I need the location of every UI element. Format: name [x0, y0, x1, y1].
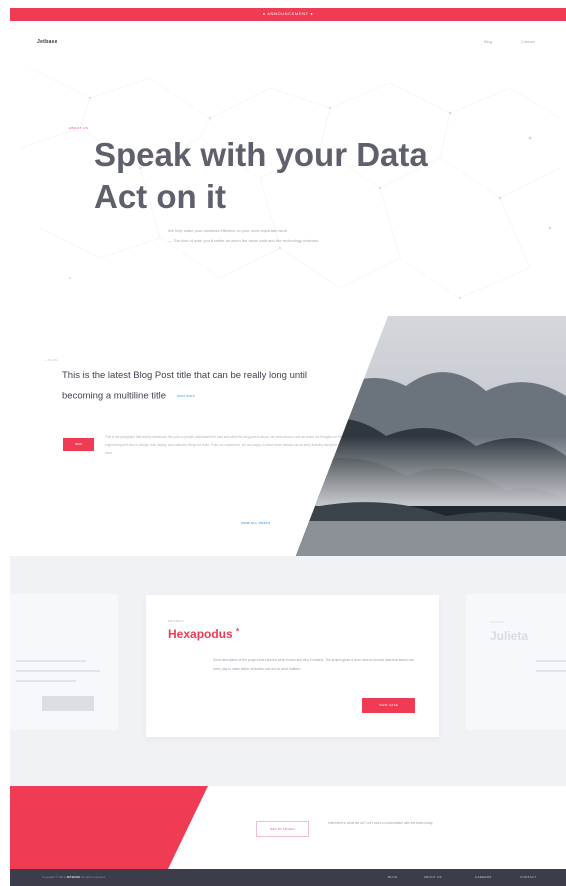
- hero-subtitle-line-1: We help make your business effective on …: [168, 228, 288, 233]
- project-description: Short description of the project that ex…: [213, 658, 414, 671]
- copyright-prefix: Copyright © 2019: [42, 875, 66, 879]
- footer: Copyright © 2019 JETBASE All rights rese…: [10, 869, 566, 886]
- contact-section: GET IN TOUCH Interested in what we do? L…: [10, 786, 566, 869]
- project-tag: PROJECT: [490, 620, 505, 624]
- copyright-suffix: All rights reserved: [80, 875, 105, 879]
- ghost-text-line: [16, 670, 100, 672]
- blog-meta: — BLOG: [44, 358, 58, 362]
- get-in-touch-button[interactable]: GET IN TOUCH: [256, 821, 309, 837]
- project-title: Hexapodus *: [168, 627, 239, 641]
- page: ● ANNOUNCEMENT ● Jetbase Blog Contact AB…: [10, 8, 566, 886]
- ghost-text-line: [536, 660, 566, 662]
- hero-title-line-1: Speak with your Data: [94, 136, 428, 173]
- hero-tag: ABOUT US: [69, 126, 89, 130]
- projects-section: PROJECT Hexapodus * Short description of…: [10, 556, 566, 786]
- view-all-posts-link[interactable]: VIEW ALL POSTS: [241, 521, 270, 525]
- ghost-text-line: [16, 660, 86, 662]
- project-title-text: Hexapodus: [168, 627, 233, 641]
- copyright-company: JETBASE: [66, 875, 81, 879]
- announcement-text[interactable]: ● ANNOUNCEMENT ●: [10, 11, 566, 16]
- project-card-next[interactable]: PROJECT Julieta: [466, 594, 566, 730]
- accent-shape: [10, 786, 208, 869]
- hero-subtitle-line-2: — The kind of work you'd rather do when …: [168, 238, 320, 243]
- contact-text: Interested in what we do? Let's start a …: [328, 821, 434, 825]
- footer-copyright: Copyright © 2019 JETBASE All rights rese…: [42, 875, 105, 879]
- announcement-bar[interactable]: ● ANNOUNCEMENT ●: [10, 8, 566, 21]
- blog-badge: NEW: [63, 438, 94, 451]
- hero-title: Speak with your Data Act on it: [94, 134, 554, 218]
- ghost-button[interactable]: [42, 696, 94, 711]
- hero-title-line-2: Act on it: [94, 178, 226, 215]
- blog-post-title[interactable]: This is the latest Blog Post title that …: [62, 366, 312, 407]
- project-tag: PROJECT: [168, 619, 185, 623]
- ghost-text-line: [16, 680, 76, 682]
- project-card-hexapodus[interactable]: PROJECT Hexapodus * Short description of…: [146, 595, 439, 737]
- ghost-text-line: [536, 670, 566, 672]
- view-case-button[interactable]: VIEW CASE: [362, 698, 415, 713]
- footer-link-about[interactable]: ABOUT US: [424, 875, 442, 879]
- blog-cover-image-misty-forest: [296, 316, 566, 556]
- footer-link-blog[interactable]: BLOG: [388, 875, 398, 879]
- project-title-mark: *: [236, 627, 240, 636]
- hero-subtitle: We help make your business effective on …: [168, 226, 508, 246]
- footer-link-careers[interactable]: CAREERS: [475, 875, 492, 879]
- project-card-previous[interactable]: [10, 594, 118, 730]
- project-title: Julieta: [490, 629, 529, 643]
- footer-link-contact[interactable]: CONTACT: [520, 875, 536, 879]
- blog-read-more-link[interactable]: read more: [177, 393, 195, 398]
